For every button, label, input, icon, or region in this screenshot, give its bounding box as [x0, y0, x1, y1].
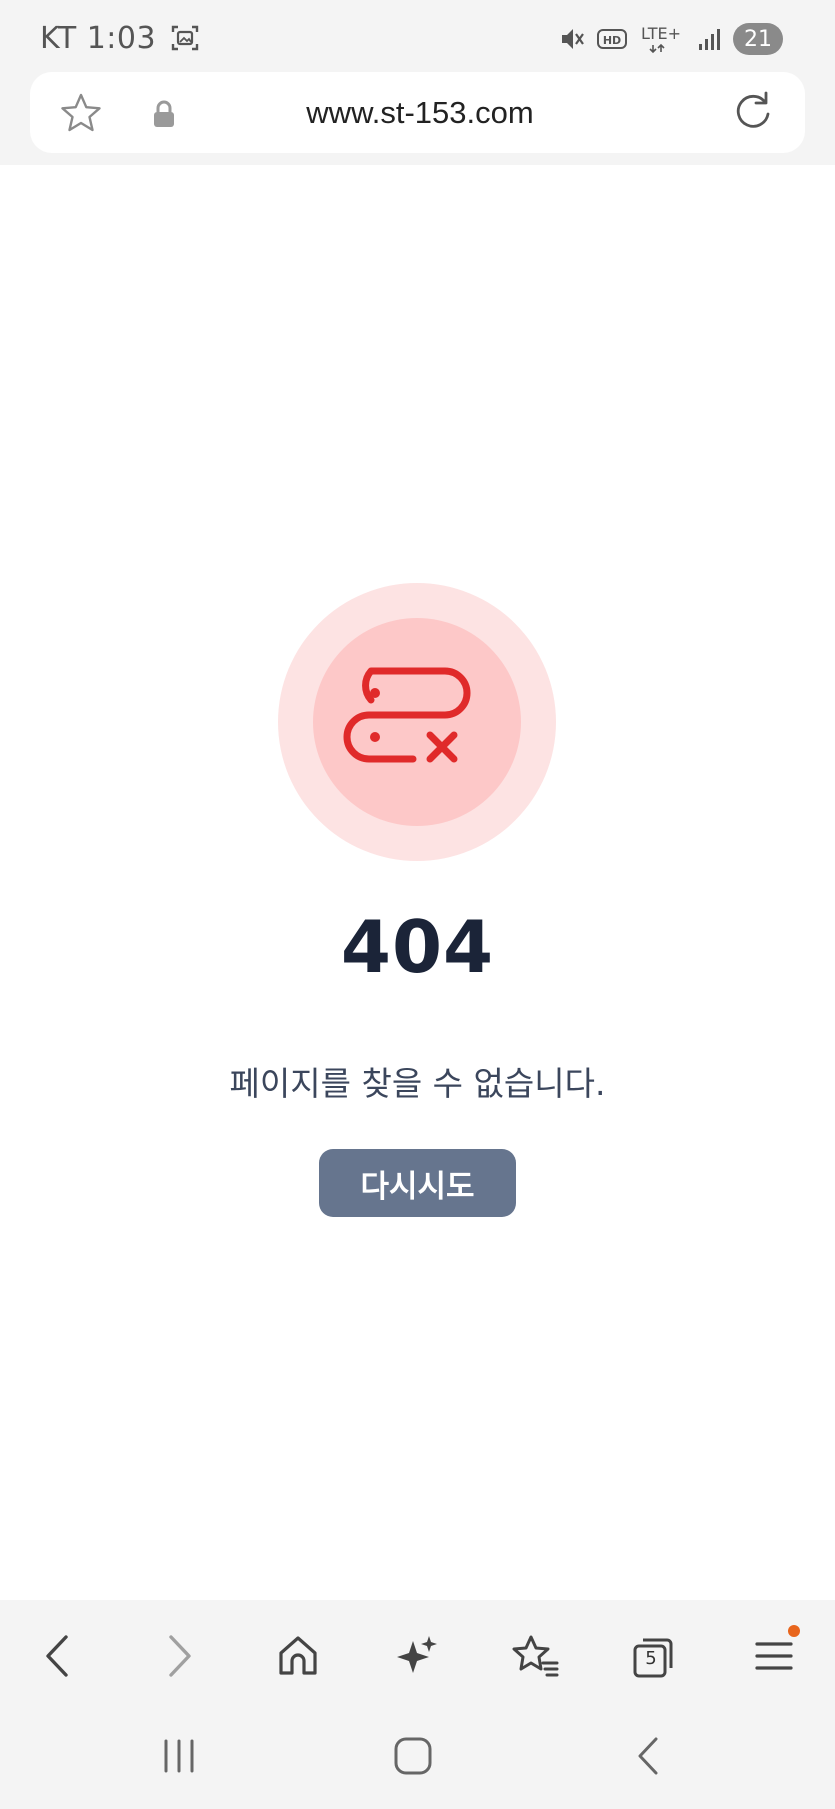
reload-icon[interactable]: [731, 90, 775, 134]
retry-button[interactable]: 다시시도: [319, 1149, 516, 1217]
browser-toolbar: 5: [0, 1600, 835, 1705]
sparkles-icon: [397, 1636, 437, 1673]
url-text[interactable]: www.st-153.com: [210, 72, 630, 153]
status-left: KT 1:03: [40, 20, 200, 56]
recent-apps-icon[interactable]: [156, 1733, 202, 1779]
forward-arrow-icon: [169, 1635, 191, 1677]
menu-button[interactable]: [748, 1625, 800, 1682]
home-circle-icon[interactable]: [390, 1733, 436, 1779]
home-button[interactable]: [272, 1630, 324, 1682]
lock-icon: [154, 100, 174, 127]
hd-label: HD: [603, 34, 621, 47]
server-error-icon: [278, 583, 556, 861]
hd-icon: HD: [597, 29, 627, 49]
bookmarks-button[interactable]: [509, 1630, 561, 1682]
lte-icon: LTE+: [641, 24, 681, 54]
bookmarks-star-icon: [512, 1635, 559, 1677]
system-navigation-bar: [0, 1705, 835, 1809]
screenshot-icon: [171, 25, 199, 51]
carrier-time: KT 1:03: [40, 20, 157, 56]
address-bar[interactable]: www.st-153.com: [30, 72, 805, 153]
bookmark-star-icon[interactable]: [60, 92, 102, 134]
badge-inner-circle: [313, 618, 521, 826]
tabs-count: 5: [645, 1648, 657, 1669]
forward-button[interactable]: [153, 1630, 205, 1682]
address-area: www.st-153.com: [0, 72, 835, 165]
status-right: HD LTE+ 21: [559, 22, 783, 56]
signal-icon: [699, 29, 720, 50]
browser-screen: KT 1:03 HD LTE+ 21 www.st-153.com 404 페이…: [0, 0, 835, 1809]
tabs-button[interactable]: 5: [628, 1630, 680, 1682]
mute-icon: [562, 29, 584, 49]
network-label: LTE+: [641, 24, 681, 43]
error-message: 페이지를 찾을 수 없습니다.: [229, 1064, 606, 1103]
status-bar: KT 1:03 HD LTE+ 21: [0, 0, 835, 72]
notification-dot: [788, 1625, 800, 1637]
error-code: 404: [340, 905, 495, 989]
page-content: 404 페이지를 찾을 수 없습니다. 다시시도: [0, 165, 835, 1600]
home-icon: [279, 1636, 317, 1675]
system-back-icon[interactable]: [626, 1733, 672, 1779]
back-arrow-icon: [46, 1635, 68, 1677]
battery-indicator: 21: [733, 23, 783, 55]
ai-assistant-button[interactable]: [390, 1630, 442, 1682]
back-button[interactable]: [32, 1630, 84, 1682]
hamburger-menu-icon: [755, 1642, 793, 1670]
